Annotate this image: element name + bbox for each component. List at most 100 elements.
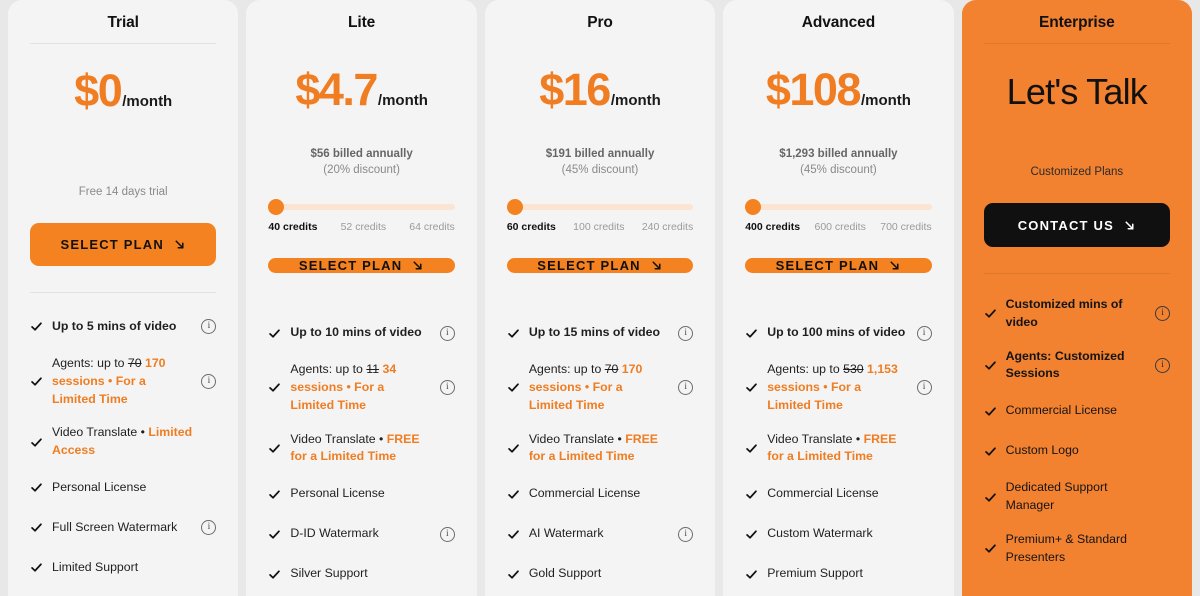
- feature-item: Agents: up to 530 1,153 sessions • For a…: [745, 361, 932, 414]
- check-icon: [745, 528, 758, 541]
- feature-label: Up to 10 mins of video: [290, 325, 422, 340]
- check-icon: [745, 488, 758, 501]
- feature-item: Full Screen Watermark i: [30, 516, 217, 540]
- plan-card-advanced: Advanced $108/month $1,293 billed annually…: [723, 0, 954, 596]
- slider-thumb[interactable]: [745, 199, 762, 216]
- check-icon: [268, 442, 281, 455]
- feature-item: Gold Support: [507, 562, 693, 586]
- slider-labels: 40 credits 52 credits 64 credits: [268, 221, 454, 233]
- feature-label: Commercial License: [1005, 403, 1118, 418]
- arrow-down-right-icon: [650, 259, 663, 272]
- check-icon: [507, 442, 520, 455]
- plan-name: Lite: [348, 14, 376, 31]
- slider-label[interactable]: 700 credits: [880, 221, 931, 233]
- info-icon[interactable]: i: [916, 380, 932, 396]
- select-plan-button[interactable]: SELECT PLAN: [30, 222, 217, 266]
- select-plan-button[interactable]: SELECT PLAN: [506, 258, 694, 274]
- feature-item: Up to 10 mins of video i: [268, 321, 455, 345]
- feature-label: AI Watermark: [528, 526, 604, 541]
- check-icon: [984, 307, 997, 320]
- check-icon: [984, 405, 997, 418]
- slider-thumb[interactable]: [506, 199, 523, 216]
- info-icon[interactable]: i: [201, 319, 217, 335]
- plan-note: Free 14 days trial: [78, 185, 168, 198]
- feature-label: Personal License: [290, 486, 385, 501]
- info-icon[interactable]: i: [439, 380, 455, 396]
- slider-track[interactable]: [506, 199, 694, 216]
- arrow-down-right-icon: [888, 259, 901, 272]
- info-spacer: [678, 487, 693, 502]
- feature-item: D-ID Watermark i: [268, 522, 455, 546]
- plan-card-lite: Lite $4.7/month $56 billed annually (20% di…: [246, 0, 477, 596]
- credits-slider[interactable]: 60 credits 100 credits 240 credits: [506, 199, 694, 233]
- select-plan-button[interactable]: SELECT PLAN: [268, 258, 455, 274]
- info-spacer: [917, 527, 932, 542]
- slider-track[interactable]: [745, 199, 932, 216]
- price-amount: $0: [74, 64, 123, 116]
- info-icon[interactable]: i: [678, 526, 694, 542]
- feature-label: Customized mins of video: [1005, 297, 1123, 329]
- plan-card-enterprise: Enterprise Let's Talk Customized Plans CONT…: [961, 0, 1193, 596]
- feature-item: Silver Support: [268, 562, 454, 586]
- slider-label[interactable]: 600 credits: [814, 221, 865, 233]
- info-spacer: [440, 567, 455, 582]
- check-icon: [507, 568, 520, 581]
- credits-slider[interactable]: 400 credits 600 credits 700 credits: [745, 199, 932, 233]
- check-icon: [507, 488, 520, 501]
- info-icon[interactable]: i: [1155, 306, 1171, 322]
- info-spacer: [1155, 404, 1170, 419]
- cta-label: SELECT PLAN: [60, 236, 164, 252]
- billed-annually: $56 billed annually: [310, 148, 413, 160]
- plan-card-pro: Pro $16/month $191 billed annually (45% dis…: [484, 0, 716, 596]
- info-spacer: [201, 480, 216, 495]
- feature-label: Dedicated Support Manager: [1005, 480, 1108, 513]
- check-icon: [507, 381, 520, 394]
- feature-item: Premium Support: [745, 562, 931, 586]
- check-icon: [268, 381, 281, 394]
- check-icon: [268, 568, 281, 581]
- info-spacer: [201, 560, 216, 575]
- info-icon[interactable]: i: [916, 325, 932, 341]
- billed-annually: $1,293 billed annually: [779, 148, 898, 160]
- plan-name: Pro: [587, 14, 613, 31]
- info-icon[interactable]: i: [678, 325, 694, 341]
- slider-label[interactable]: 240 credits: [642, 221, 693, 233]
- slider-label[interactable]: 400 credits: [745, 221, 800, 233]
- info-spacer: [917, 567, 932, 582]
- features-list: Up to 100 mins of video i Agents: up to 53…: [745, 321, 932, 596]
- slider-label[interactable]: 40 credits: [268, 221, 317, 233]
- slider-thumb[interactable]: [268, 199, 285, 216]
- info-icon[interactable]: i: [201, 520, 217, 536]
- check-icon: [268, 327, 281, 340]
- slider-labels: 400 credits 600 credits 700 credits: [745, 221, 931, 233]
- feature-label: Video Translate • FREE for a Limited Tim…: [767, 431, 897, 464]
- price-block: $0/month: [30, 68, 216, 130]
- price-block: $108/month: [745, 67, 931, 129]
- slider-label[interactable]: 52 credits: [341, 221, 387, 233]
- check-icon: [507, 327, 520, 340]
- price-period: /month: [377, 92, 428, 109]
- slider-label[interactable]: 100 credits: [573, 221, 624, 233]
- price-block: $4.7/month: [268, 67, 454, 129]
- feature-label: Up to 100 mins of video: [767, 325, 906, 340]
- feature-item: Commercial License: [984, 399, 1170, 423]
- plan-card-trial: Trial $0/month Free 14 days trial SELECT PL…: [8, 0, 239, 596]
- check-icon: [30, 561, 43, 574]
- info-spacer: [917, 441, 932, 456]
- credits-slider[interactable]: 40 credits 52 credits 64 credits: [268, 199, 455, 233]
- info-icon[interactable]: i: [439, 325, 455, 341]
- info-icon[interactable]: i: [1155, 357, 1171, 373]
- feature-item: Personal License: [30, 476, 216, 500]
- slider-label[interactable]: 64 credits: [409, 221, 455, 233]
- feature-label: Agents: Customized Sessions: [1005, 348, 1125, 381]
- contact-us-button[interactable]: CONTACT US: [983, 203, 1171, 247]
- slider-label[interactable]: 60 credits: [507, 221, 556, 233]
- select-plan-button[interactable]: SELECT PLAN: [745, 258, 932, 274]
- feature-label: Agents: up to 70 170 sessions • For a Li…: [52, 355, 166, 406]
- info-icon[interactable]: i: [678, 380, 694, 396]
- feature-label: Agents: up to 11 34 sessions • For a Lim…: [290, 362, 397, 412]
- arrow-down-right-icon: [173, 238, 186, 251]
- info-icon[interactable]: i: [439, 526, 455, 542]
- info-icon[interactable]: i: [201, 374, 217, 390]
- slider-track[interactable]: [268, 199, 455, 216]
